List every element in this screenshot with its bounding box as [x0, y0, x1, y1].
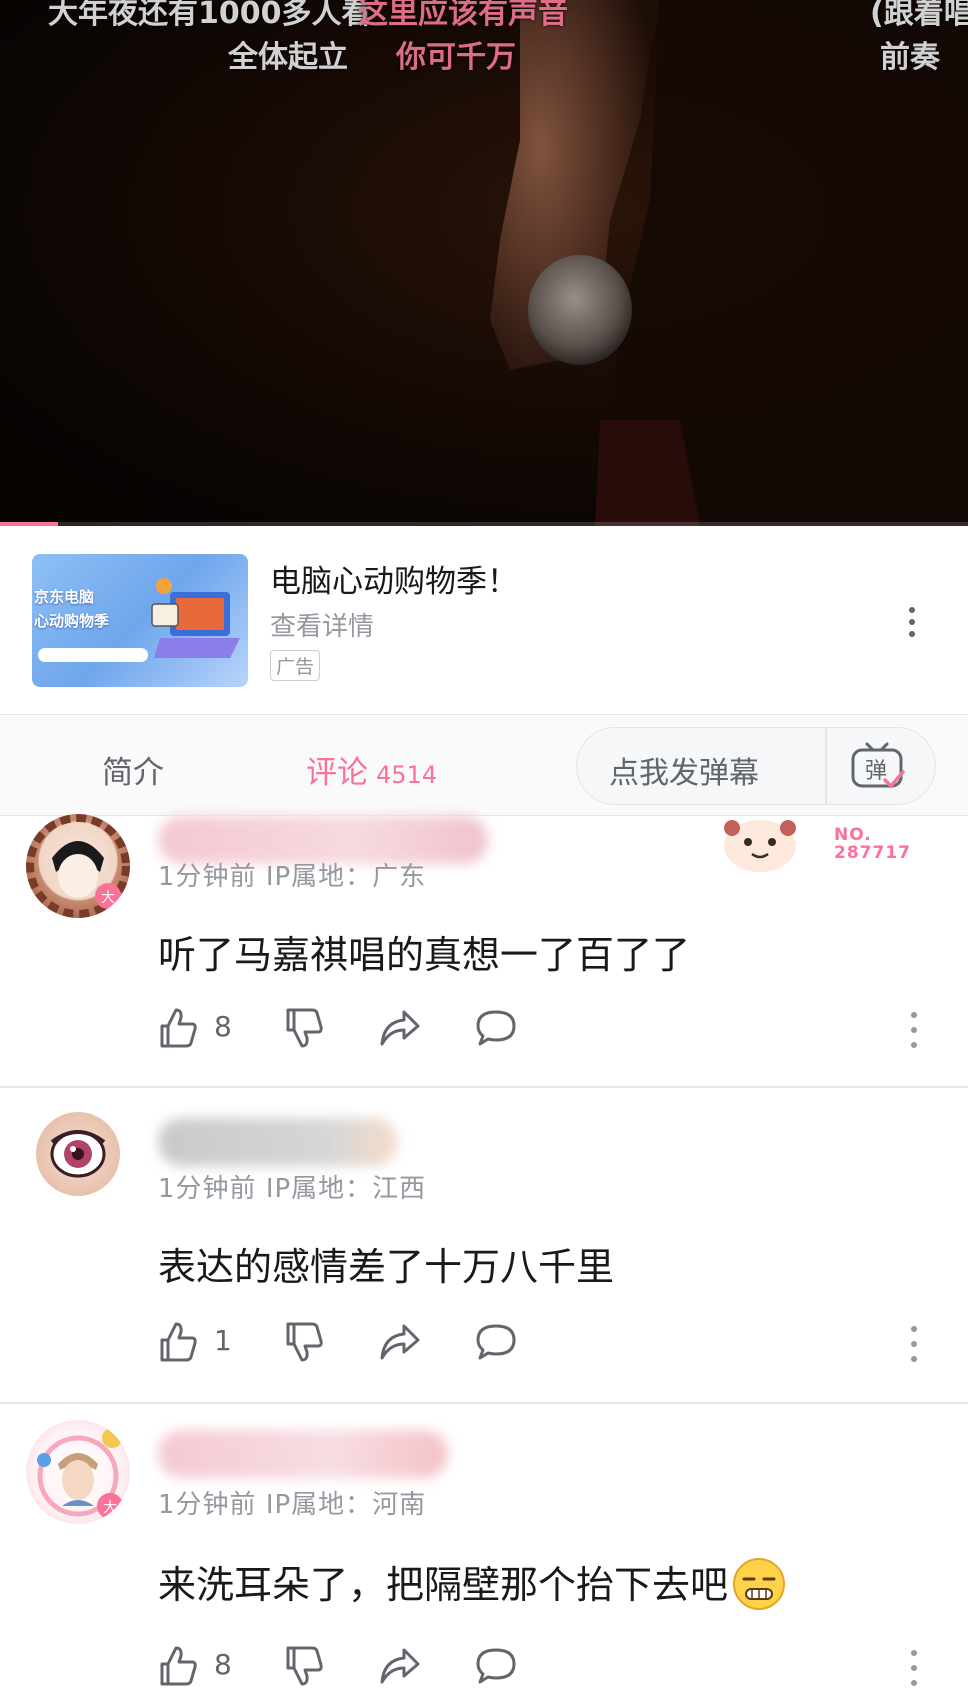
comment-time: 1分钟前 — [158, 862, 257, 892]
comment-ip: IP属地：江西 — [265, 1174, 427, 1204]
comment-time: 1分钟前 — [158, 1490, 257, 1520]
reply-button[interactable] — [474, 1006, 518, 1050]
laptop-icon — [151, 578, 240, 658]
avatar-art: 大 — [26, 814, 130, 918]
comment-more-icon[interactable] — [906, 1324, 922, 1364]
comment-bubble-icon — [476, 1324, 516, 1360]
video-frame — [490, 0, 968, 526]
comment-text: 来洗耳朵了，把隔壁那个抬下去吧 — [158, 1554, 786, 1615]
avatar[interactable]: 大 — [26, 1420, 130, 1524]
like-count: 1 — [214, 1324, 232, 1357]
comment-divider — [0, 1402, 968, 1404]
danmaku-3: 全体起立 — [228, 40, 348, 75]
share-icon — [380, 1010, 420, 1046]
danmaku-1: 大年夜还有1000多人看 — [48, 0, 372, 31]
thumbs-up-icon — [160, 1322, 197, 1362]
comment-ip: IP属地：河南 — [265, 1490, 427, 1520]
comment-divider — [0, 1086, 968, 1088]
comment-item: 大 1分钟前 IP属地：河南 来洗耳朵了，把隔壁那个抬下去吧 8 — [0, 1418, 968, 1707]
danmaku-5: (跟着唱) — [870, 0, 968, 31]
ad-thumb-banner — [38, 648, 148, 662]
avatar[interactable]: 大 — [26, 814, 130, 918]
comment-item: 大 NO. 287717 1分钟前 IP属地：广东 听了马嘉祺唱的真想一了百了了… — [0, 814, 968, 1086]
username[interactable] — [158, 1430, 448, 1478]
divider — [825, 728, 827, 804]
tab-intro[interactable]: 简介 — [102, 747, 164, 792]
share-button[interactable] — [378, 1320, 422, 1364]
like-button[interactable]: 1 — [156, 1320, 232, 1364]
comment-more-icon[interactable] — [906, 1648, 922, 1688]
comment-text-content: 来洗耳朵了，把隔壁那个抬下去吧 — [158, 1563, 729, 1607]
comment-text: 表达的感情差了十万八千里 — [158, 1245, 615, 1289]
thumbs-down-icon — [286, 1008, 323, 1048]
ad-details-link[interactable]: 查看详情 — [270, 606, 374, 643]
danmaku-6: 前奏 — [880, 40, 940, 75]
video-player[interactable]: 大年夜还有1000多人看 这里应该有声音 全体起立 你可千万 (跟着唱) 前奏 — [0, 0, 968, 526]
share-button[interactable] — [378, 1644, 422, 1688]
comment-count: 4514 — [376, 761, 438, 789]
comment-more-icon[interactable] — [906, 1010, 922, 1050]
danmaku-placeholder: 点我发弹幕 — [609, 756, 759, 791]
thumbs-up-icon — [160, 1646, 197, 1686]
dislike-button[interactable] — [282, 1644, 326, 1688]
danmaku-4: 你可千万 — [396, 40, 516, 75]
dislike-button[interactable] — [282, 1320, 326, 1364]
comment-meta: 1分钟前 IP属地：江西 — [158, 1168, 426, 1205]
username[interactable] — [158, 1118, 398, 1166]
tab-comments[interactable]: 评论 4514 — [306, 747, 437, 792]
ad-thumbnail[interactable]: 京东电脑 心动购物季 — [32, 554, 248, 687]
share-icon — [380, 1324, 420, 1360]
avatar-art — [50, 1130, 106, 1178]
comment-meta: 1分钟前 IP属地：河南 — [158, 1484, 426, 1521]
svg-text:大: 大 — [101, 890, 115, 906]
thumbs-up-icon — [160, 1008, 197, 1048]
comment-meta: 1分钟前 IP属地：广东 — [158, 856, 426, 893]
ad-title[interactable]: 电脑心动购物季！ — [270, 556, 518, 601]
fan-badge-number: NO. 287717 — [834, 825, 911, 863]
like-button[interactable]: 8 — [156, 1006, 232, 1050]
smirk-emoji-icon — [733, 1557, 786, 1610]
fan-badge-icon — [724, 820, 796, 872]
ad-thumb-line1: 京东电脑 — [34, 588, 95, 606]
comment-bubble-icon — [476, 1648, 516, 1684]
reply-button[interactable] — [474, 1320, 518, 1364]
thumbs-down-icon — [286, 1322, 323, 1362]
dislike-button[interactable] — [282, 1006, 326, 1050]
like-count: 8 — [214, 1010, 232, 1043]
comment-ip: IP属地：广东 — [265, 862, 427, 892]
danmaku-toggle-icon[interactable]: 弹 — [849, 740, 905, 792]
tab-comments-label: 评论 — [306, 755, 368, 791]
share-icon — [380, 1648, 420, 1684]
comment-text: 听了马嘉祺唱的真想一了百了了 — [158, 933, 691, 977]
avatar[interactable] — [36, 1112, 120, 1196]
like-count: 8 — [214, 1648, 232, 1681]
like-button[interactable]: 8 — [156, 1644, 232, 1688]
danmaku-input[interactable]: 点我发弹幕 弹 — [576, 727, 936, 805]
ad-card[interactable]: 京东电脑 心动购物季 电脑心动购物季！ 查看详情 广告 — [0, 526, 968, 714]
ad-thumb-line2: 心动购物季 — [34, 612, 110, 630]
comment-item: 1分钟前 IP属地：江西 表达的感情差了十万八千里 1 — [0, 1102, 968, 1402]
avatar-art: 大 — [37, 1428, 123, 1519]
reply-button[interactable] — [474, 1644, 518, 1688]
ad-label-badge: 广告 — [270, 650, 321, 681]
tab-bar: 简介 评论 4514 点我发弹幕 弹 — [0, 714, 968, 816]
comment-bubble-icon — [476, 1010, 516, 1046]
more-options-icon[interactable] — [900, 604, 924, 640]
danmaku-2: 这里应该有声音 — [358, 0, 568, 31]
thumbs-down-icon — [286, 1646, 323, 1686]
svg-text:大: 大 — [103, 1500, 117, 1516]
share-button[interactable] — [378, 1006, 422, 1050]
comment-time: 1分钟前 — [158, 1174, 257, 1204]
